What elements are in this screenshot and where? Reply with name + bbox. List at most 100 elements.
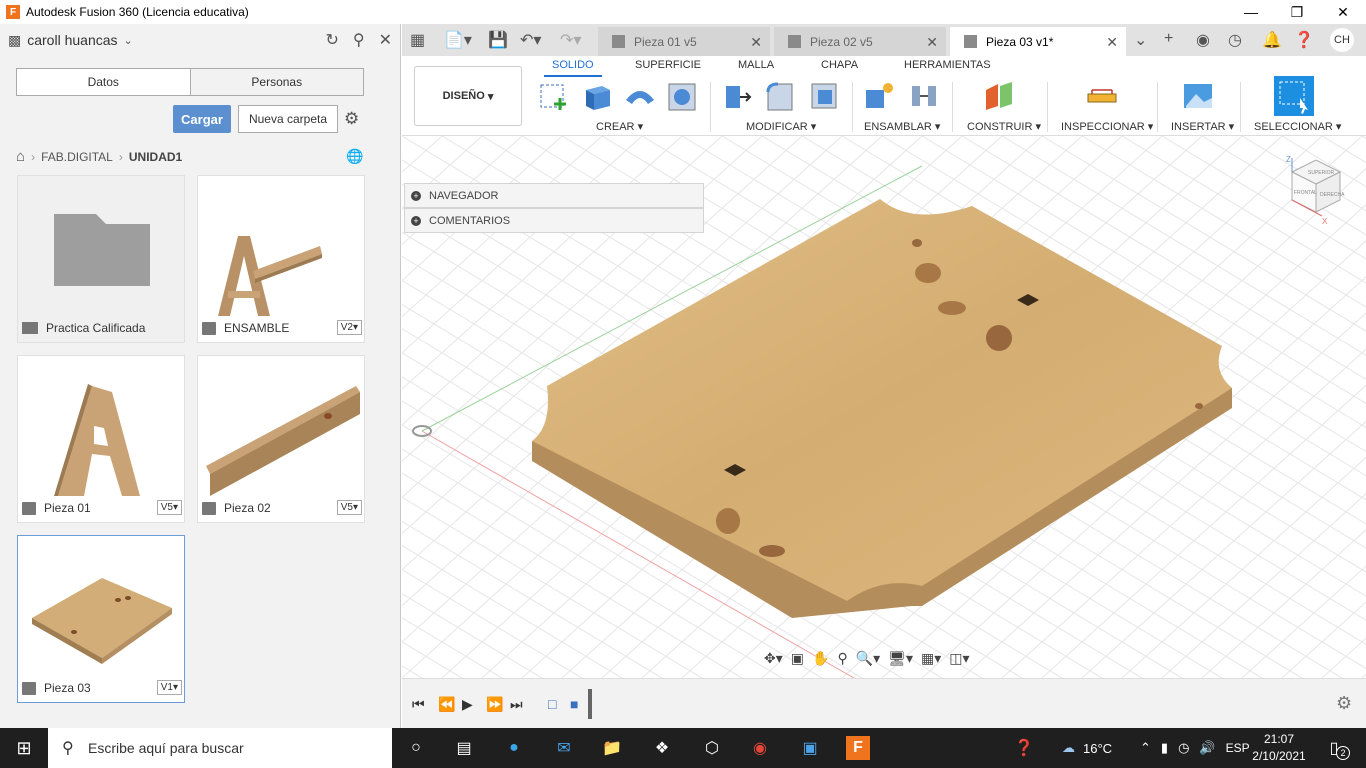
volume-icon[interactable]: 🔊 [1199, 740, 1215, 756]
zoom-icon[interactable]: ⚲ [837, 650, 847, 667]
help-icon[interactable]: ❓ [1294, 30, 1314, 50]
weather[interactable]: ☁ 16°C [1062, 728, 1112, 768]
tab-superficie[interactable]: SUPERFICIE [635, 59, 701, 71]
press-pull-icon[interactable] [722, 80, 754, 112]
timeline-settings-icon[interactable]: ⚙ [1336, 693, 1352, 714]
sketch-feature-icon[interactable]: □ [548, 696, 556, 712]
cortana-icon[interactable]: ○ [404, 736, 428, 760]
step-back-icon[interactable]: ⏪ [438, 696, 455, 713]
job-status-icon[interactable]: ◷ [1228, 30, 1242, 50]
app-icon[interactable]: ⬡ [700, 736, 724, 760]
group-ensamblar[interactable]: ENSAMBLAR ▾ [864, 120, 940, 133]
insert-image-icon[interactable] [1182, 80, 1214, 112]
language-indicator[interactable]: ESP [1226, 741, 1250, 755]
expand-icon[interactable]: + [411, 191, 421, 201]
tab-datos[interactable]: Datos [17, 69, 190, 95]
chrome-icon[interactable]: ◉ [748, 736, 772, 760]
dropbox-icon[interactable]: ❖ [650, 736, 674, 760]
extensions-icon[interactable]: ◉ [1196, 30, 1210, 50]
grid-settings-icon[interactable]: ▦▾ [921, 650, 941, 667]
view-cube[interactable]: SUPERIOR FRONTAL DERECHA Z X [1282, 150, 1352, 230]
group-modificar[interactable]: MODIFICAR ▾ [746, 120, 816, 133]
tab-solido[interactable]: SOLIDO [544, 59, 602, 77]
grid-menu-icon[interactable]: ▦ [410, 30, 425, 50]
pan-icon[interactable]: ✋ [812, 650, 829, 667]
battery-icon[interactable]: ▮ [1161, 740, 1168, 756]
wifi-icon[interactable]: ◷ [1178, 740, 1189, 756]
tab-malla[interactable]: MALLA [738, 59, 774, 71]
group-construir[interactable]: CONSTRUIR ▾ [967, 120, 1041, 133]
canvas-viewport[interactable]: + NAVEGADOR + COMENTARIOS SUPERIOR FRONTAL… [402, 136, 1366, 678]
close-button[interactable]: ✕ [1320, 0, 1366, 24]
tab-chapa[interactable]: CHAPA [821, 59, 858, 71]
step-forward-icon[interactable]: ⏩ [486, 696, 503, 713]
extrude-feature-icon[interactable]: ■ [570, 696, 578, 712]
timeline-marker[interactable] [588, 689, 592, 719]
go-to-start-icon[interactable]: ⏮ [412, 696, 425, 713]
minimize-button[interactable]: — [1228, 0, 1274, 24]
save-icon[interactable]: 💾 [488, 30, 508, 50]
workspace-selector[interactable]: DISEÑO ▾ [414, 66, 522, 126]
file-explorer-icon[interactable]: 📁 [600, 736, 624, 760]
globe-icon[interactable]: 🌐 [346, 148, 363, 165]
design-card[interactable]: Pieza 02 V5▾ [197, 355, 365, 523]
taskbar-search-box[interactable]: ⚲ Escribe aquí para buscar [48, 728, 392, 768]
shell-icon[interactable] [808, 80, 840, 112]
offset-plane-icon[interactable] [984, 80, 1016, 112]
undo-icon[interactable]: ↶▾ [520, 30, 541, 50]
notifications-icon[interactable]: 🔔 [1262, 30, 1282, 50]
edge-icon[interactable]: ● [502, 736, 526, 760]
new-component-icon[interactable] [864, 80, 896, 112]
tab-overflow-icon[interactable]: ⌄ [1134, 30, 1147, 50]
chevron-up-icon[interactable]: ⌃ [1140, 740, 1151, 756]
new-folder-button[interactable]: Nueva carpeta [238, 105, 338, 133]
version-badge[interactable]: V5▾ [156, 500, 182, 515]
folder-card[interactable]: Practica Calificada [17, 175, 185, 343]
extrude-icon[interactable] [582, 80, 614, 112]
maximize-button[interactable]: ❐ [1274, 0, 1320, 24]
close-tab-icon[interactable]: ✕ [1106, 34, 1118, 51]
clock[interactable]: 21:07 2/10/2021 [1250, 731, 1308, 765]
file-menu-icon[interactable]: 📄▾ [444, 30, 472, 50]
go-to-end-icon[interactable]: ⏭ [510, 696, 523, 713]
user-name[interactable]: caroll huancas [27, 32, 117, 48]
orbit-icon[interactable]: ✥▾ [764, 650, 783, 667]
group-inspeccionar[interactable]: INSPECCIONAR ▾ [1061, 120, 1153, 133]
display-settings-icon[interactable]: 🖥▾ [888, 650, 913, 667]
design-card-selected[interactable]: Pieza 03 V1▾ [17, 535, 185, 703]
design-card[interactable]: Pieza 01 V5▾ [17, 355, 185, 523]
windows-start-icon[interactable]: ⊞ [12, 736, 36, 760]
joint-icon[interactable] [908, 80, 940, 112]
redo-icon[interactable]: ↷▾ [560, 30, 581, 50]
design-card[interactable]: ENSAMBLE V2▾ [197, 175, 365, 343]
breadcrumb-item[interactable]: FAB.DIGITAL [41, 150, 113, 164]
close-panel-icon[interactable]: ✕ [379, 30, 392, 50]
browser-row-navegador[interactable]: + NAVEGADOR [404, 183, 704, 208]
tab-personas[interactable]: Personas [189, 69, 363, 95]
gear-icon[interactable]: ⚙ [344, 109, 359, 129]
chevron-down-icon[interactable]: ⌄ [124, 34, 133, 47]
fit-icon[interactable]: 🔍▾ [856, 650, 880, 667]
upload-button[interactable]: Cargar [173, 105, 231, 133]
hole-icon[interactable] [666, 80, 698, 112]
search-icon[interactable]: ⚲ [353, 30, 365, 50]
tab-herramientas[interactable]: HERRAMIENTAS [904, 59, 991, 71]
measure-icon[interactable] [1086, 80, 1118, 112]
mail-icon[interactable]: ✉ [552, 736, 576, 760]
tab-pieza-01[interactable]: Pieza 01 v5 ✕ [598, 27, 770, 56]
expand-icon[interactable]: + [411, 216, 421, 226]
viewports-icon[interactable]: ◫▾ [949, 650, 969, 667]
tab-pieza-02[interactable]: Pieza 02 v5 ✕ [774, 27, 946, 56]
version-badge[interactable]: V5▾ [336, 500, 362, 515]
play-icon[interactable]: ▶ [462, 696, 473, 713]
photos-icon[interactable]: ▣ [798, 736, 822, 760]
create-sketch-icon[interactable] [538, 80, 570, 112]
close-tab-icon[interactable]: ✕ [926, 34, 938, 51]
version-badge[interactable]: V1▾ [156, 680, 182, 695]
tab-pieza-03[interactable]: Pieza 03 v1* ✕ [950, 27, 1126, 56]
select-icon[interactable] [1274, 76, 1314, 116]
group-insertar[interactable]: INSERTAR ▾ [1171, 120, 1234, 133]
version-badge[interactable]: V2▾ [336, 320, 362, 335]
help-icon[interactable]: ❓ [1012, 736, 1036, 760]
fusion-taskbar-icon[interactable]: F [846, 736, 870, 760]
